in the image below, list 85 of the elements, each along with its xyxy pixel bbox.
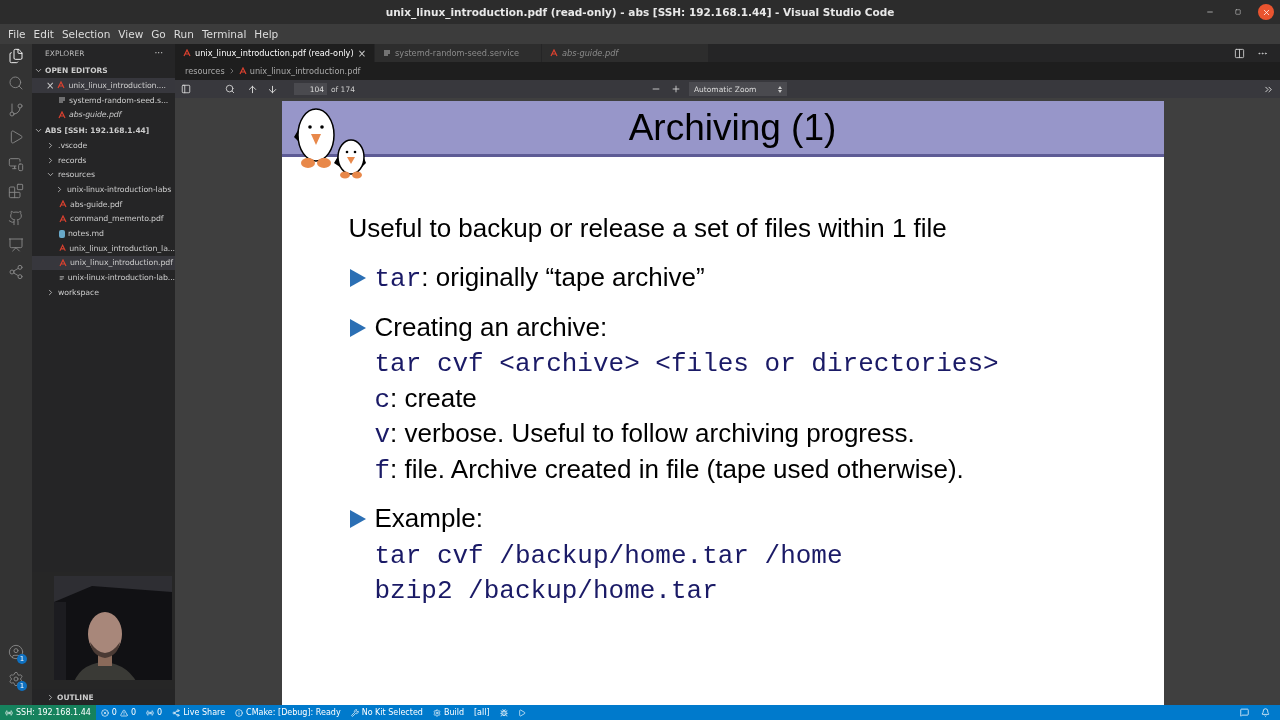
code-line: tar cvf /backup/home.tar /home [374, 539, 843, 572]
pdf-file-icon [238, 67, 247, 75]
status-item[interactable]: [all] [469, 705, 495, 720]
markdown-file-icon [59, 229, 65, 238]
remote-icon [5, 708, 13, 717]
info-icon [235, 708, 244, 717]
branch-icon[interactable] [8, 102, 24, 118]
bullet-icon [348, 268, 367, 288]
run-icon[interactable] [8, 129, 24, 145]
more-button[interactable]: ··· [154, 48, 163, 58]
split-editor-icon[interactable] [1234, 47, 1245, 59]
menu-item[interactable]: View [114, 28, 148, 40]
menu-item[interactable]: Go [147, 28, 170, 40]
chevron-right-icon [46, 692, 55, 702]
bullet-icon [348, 509, 367, 529]
pdf-file-icon [59, 214, 67, 223]
share-icon[interactable] [8, 264, 24, 280]
code-line: tar cvf <archive> <files or directories> [374, 348, 999, 381]
previous-page-icon[interactable] [247, 83, 258, 95]
window-title: unix_linux_introduction.pdf (read-only) - abs [SSH: 192.168.1.44] - Visual Studio Code [385, 6, 895, 18]
slide-text: v: verbose. Useful to follow archiving progress. [374, 417, 916, 452]
search-icon[interactable] [225, 84, 235, 94]
next-page-icon[interactable] [267, 83, 278, 95]
editor-tab[interactable]: unix_linux_introduction.pdf (read-only) × [175, 44, 376, 62]
slide-text: tar: originally “tape archive” [374, 261, 705, 296]
gear-icon [432, 708, 441, 717]
wrench-icon [350, 708, 359, 717]
error-icon [100, 708, 109, 717]
search-icon[interactable] [8, 75, 24, 91]
status-item[interactable]: Build [427, 705, 469, 720]
monitor-icon[interactable] [8, 156, 24, 172]
files-icon[interactable] [8, 48, 24, 64]
slide-text: c: create [374, 381, 478, 416]
menu-item[interactable]: Terminal [197, 28, 251, 40]
close-button[interactable] [1258, 4, 1274, 20]
sidebar-toggle-icon[interactable] [181, 84, 191, 94]
menu-item[interactable]: Selection [57, 28, 115, 40]
share-icon [172, 708, 181, 717]
text-file-icon [58, 96, 66, 105]
extensions-icon[interactable] [8, 183, 24, 199]
play-icon [517, 708, 526, 717]
warning-icon [119, 708, 128, 717]
pdf-file-icon [183, 49, 191, 57]
status-item[interactable]: 0 [141, 705, 168, 720]
slide-title: Archiving (1) [628, 106, 837, 149]
menu-item[interactable]: Help [250, 28, 283, 40]
slide-text: Useful to backup or release a set of files within 1 file [348, 213, 948, 244]
bell-icon[interactable] [1261, 708, 1270, 717]
slide-text: Example: [374, 502, 484, 535]
code-line: bzip2 /backup/home.tar [374, 575, 719, 608]
breadcrumb[interactable]: resources [185, 66, 225, 76]
editor-tab[interactable]: systemd-random-seed.service [375, 44, 543, 62]
pdf-file-icon [59, 200, 67, 209]
status-item[interactable]: CMake: [Debug]: Ready [230, 705, 346, 720]
github-icon[interactable] [8, 210, 24, 226]
editor-tab[interactable]: abs-guide.pdf [542, 44, 710, 62]
status-item[interactable]: Live Share [167, 705, 231, 720]
pdf-file-icon [59, 244, 67, 253]
breadcrumb[interactable]: unix_linux_introduction.pdf [249, 66, 361, 76]
text-file-icon [59, 273, 65, 282]
menu-item[interactable]: Edit [29, 28, 58, 40]
restore-icon[interactable] [1235, 9, 1241, 15]
text-file-icon [383, 49, 392, 57]
status-item[interactable]: SSH: 192.168.1.44 [0, 705, 96, 720]
slide-text: Creating an archive: [374, 310, 609, 344]
bug-icon [499, 708, 508, 717]
chevron-right-icon [46, 287, 55, 297]
pdf-file-icon [59, 258, 67, 267]
chevron-right-icon [55, 184, 64, 194]
bullet-icon [348, 317, 367, 338]
minimize-icon[interactable] [1206, 8, 1214, 16]
pdf-file-icon [550, 49, 559, 57]
status-item[interactable]: No Kit Selected [345, 705, 428, 720]
pdf-file-icon [58, 110, 66, 119]
pdf-file-icon [57, 81, 66, 90]
close-icon [1261, 7, 1271, 17]
caret-icon [777, 85, 782, 93]
feedback-icon[interactable] [1240, 708, 1249, 717]
status-item[interactable]: 0 0 [95, 705, 142, 720]
zoom-in-icon[interactable] [670, 84, 681, 94]
menu-item[interactable]: File [4, 28, 30, 40]
slide-text: f: file. Archive created in file (tape used otherwise). [374, 452, 965, 487]
menu-item[interactable]: Run [169, 28, 198, 40]
broadcast-icon [146, 708, 155, 717]
presentation-icon[interactable] [8, 237, 24, 253]
